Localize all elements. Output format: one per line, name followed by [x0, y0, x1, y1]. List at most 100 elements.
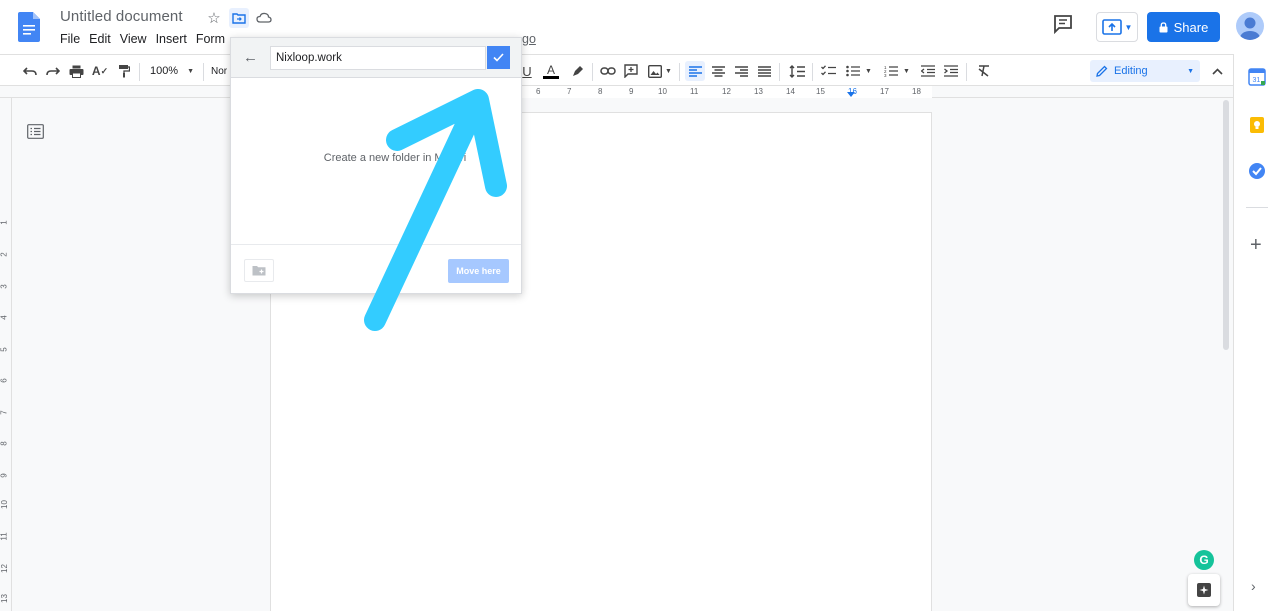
- ruler-number: 18: [912, 87, 921, 96]
- move-folder-icon[interactable]: [229, 8, 249, 28]
- dialog-footer-divider: [231, 244, 521, 245]
- menu-file[interactable]: File: [60, 32, 85, 46]
- ruler-number: 11: [690, 87, 699, 96]
- insert-image-icon[interactable]: ▼: [646, 61, 674, 81]
- tasks-icon[interactable]: [1248, 162, 1268, 182]
- menu-insert[interactable]: Insert: [156, 32, 192, 46]
- new-folder-button[interactable]: [244, 259, 274, 282]
- cloud-status-icon[interactable]: [254, 8, 274, 28]
- numbered-list-icon[interactable]: 123 ▼: [881, 61, 913, 81]
- last-edit-link[interactable]: go: [522, 32, 536, 46]
- toolbar-divider: [592, 63, 593, 81]
- toolbar-divider: [679, 63, 680, 81]
- increase-indent-icon[interactable]: [942, 61, 960, 81]
- decrease-indent-icon[interactable]: [919, 61, 937, 81]
- toolbar-divider: [812, 63, 813, 81]
- pencil-icon: [1096, 65, 1108, 77]
- ruler-number: 4: [0, 315, 9, 320]
- ruler-number: 8: [598, 87, 603, 96]
- align-center-icon[interactable]: [709, 61, 727, 81]
- ruler-number: 2: [0, 252, 9, 257]
- editing-mode-label: Editing: [1114, 65, 1148, 77]
- menu-format[interactable]: Form: [196, 32, 230, 46]
- vertical-scrollbar[interactable]: [1223, 100, 1229, 350]
- grammarly-icon[interactable]: G: [1194, 550, 1214, 570]
- new-folder-name-input[interactable]: [270, 46, 486, 70]
- present-button[interactable]: ▼: [1096, 12, 1138, 42]
- redo-icon[interactable]: [44, 61, 62, 81]
- explore-sparkle-icon: [1197, 583, 1211, 597]
- ruler-number: 10: [0, 500, 9, 509]
- ruler-number: 12: [722, 87, 731, 96]
- account-avatar[interactable]: [1236, 12, 1264, 40]
- present-dropdown-icon: ▼: [1124, 22, 1133, 32]
- clear-formatting-icon[interactable]: [974, 61, 992, 81]
- comment-history-icon[interactable]: [1052, 13, 1078, 39]
- ruler-number: 12: [0, 564, 9, 573]
- present-icon: [1101, 19, 1122, 35]
- back-arrow-icon[interactable]: ←: [243, 49, 258, 66]
- ruler-number: 9: [629, 87, 634, 96]
- ruler-number: 3: [0, 284, 9, 289]
- ruler-number: 17: [880, 87, 889, 96]
- print-icon[interactable]: [67, 61, 85, 81]
- paint-format-icon[interactable]: [115, 61, 133, 81]
- show-side-panel-chevron-icon[interactable]: ›: [1251, 578, 1256, 594]
- ruler-number: 13: [0, 594, 9, 603]
- ruler-number: 9: [0, 473, 9, 478]
- share-button[interactable]: Share: [1147, 12, 1220, 42]
- spellcheck-icon[interactable]: A ✓: [91, 61, 109, 81]
- calendar-icon[interactable]: 31: [1248, 68, 1268, 88]
- ruler-number: 1: [0, 220, 9, 225]
- ruler-number: 6: [0, 378, 9, 383]
- align-right-icon[interactable]: [732, 61, 750, 81]
- docs-logo-icon[interactable]: [18, 12, 40, 42]
- ruler-number: 6: [536, 87, 541, 96]
- svg-text:31: 31: [1253, 77, 1261, 84]
- document-outline-icon[interactable]: [27, 124, 45, 140]
- ruler-number: 10: [658, 87, 667, 96]
- ruler-number: 13: [754, 87, 763, 96]
- ruler-number: 8: [0, 441, 9, 446]
- editing-mode-select[interactable]: Editing ▼: [1090, 60, 1200, 82]
- keep-icon[interactable]: [1248, 116, 1268, 136]
- menu-view[interactable]: View: [120, 32, 152, 46]
- menu-bar: File Edit View Insert Form: [60, 32, 234, 46]
- checklist-icon[interactable]: [819, 61, 837, 81]
- right-indent-marker[interactable]: [847, 92, 855, 97]
- text-color-icon[interactable]: A: [541, 61, 561, 81]
- toolbar-divider: [203, 63, 204, 81]
- side-panel-divider: [1246, 207, 1268, 208]
- hide-menus-chevron-icon[interactable]: [1208, 61, 1226, 81]
- menu-edit[interactable]: Edit: [89, 32, 116, 46]
- add-comment-icon[interactable]: [622, 61, 640, 81]
- insert-link-icon[interactable]: [599, 61, 617, 81]
- editing-dropdown-icon: ▼: [1187, 67, 1194, 75]
- checkmark-icon: [493, 53, 504, 62]
- new-folder-icon: [252, 266, 266, 276]
- undo-icon[interactable]: [21, 61, 39, 81]
- toolbar-divider: [966, 63, 967, 81]
- highlight-color-icon[interactable]: [568, 61, 586, 81]
- ruler-number: 14: [786, 87, 795, 96]
- bulleted-list-icon[interactable]: ▼: [843, 61, 875, 81]
- explore-button[interactable]: [1188, 574, 1220, 606]
- move-here-button[interactable]: Move here: [448, 259, 509, 283]
- align-justify-icon[interactable]: [755, 61, 773, 81]
- style-value: Nor: [211, 65, 228, 77]
- top-bar: Untitled document ☆ File Edit View Inser…: [0, 0, 1280, 54]
- side-panel: [1233, 54, 1280, 611]
- confirm-folder-name-button[interactable]: [487, 46, 510, 69]
- share-label: Share: [1173, 19, 1209, 35]
- star-icon[interactable]: ☆: [204, 8, 224, 28]
- zoom-dropdown-icon: ▼: [187, 67, 195, 75]
- move-to-folder-dialog: ← Create a new folder in My Dri Move her…: [230, 37, 522, 294]
- zoom-select[interactable]: 100% ▼: [148, 61, 196, 81]
- align-left-icon[interactable]: [685, 61, 705, 81]
- toolbar-divider: [139, 63, 140, 81]
- get-addons-plus-icon[interactable]: +: [1250, 234, 1262, 257]
- style-select[interactable]: Nor: [211, 61, 231, 81]
- document-title[interactable]: Untitled document: [60, 8, 183, 25]
- zoom-value: 100%: [149, 65, 179, 77]
- line-spacing-icon[interactable]: [787, 61, 807, 81]
